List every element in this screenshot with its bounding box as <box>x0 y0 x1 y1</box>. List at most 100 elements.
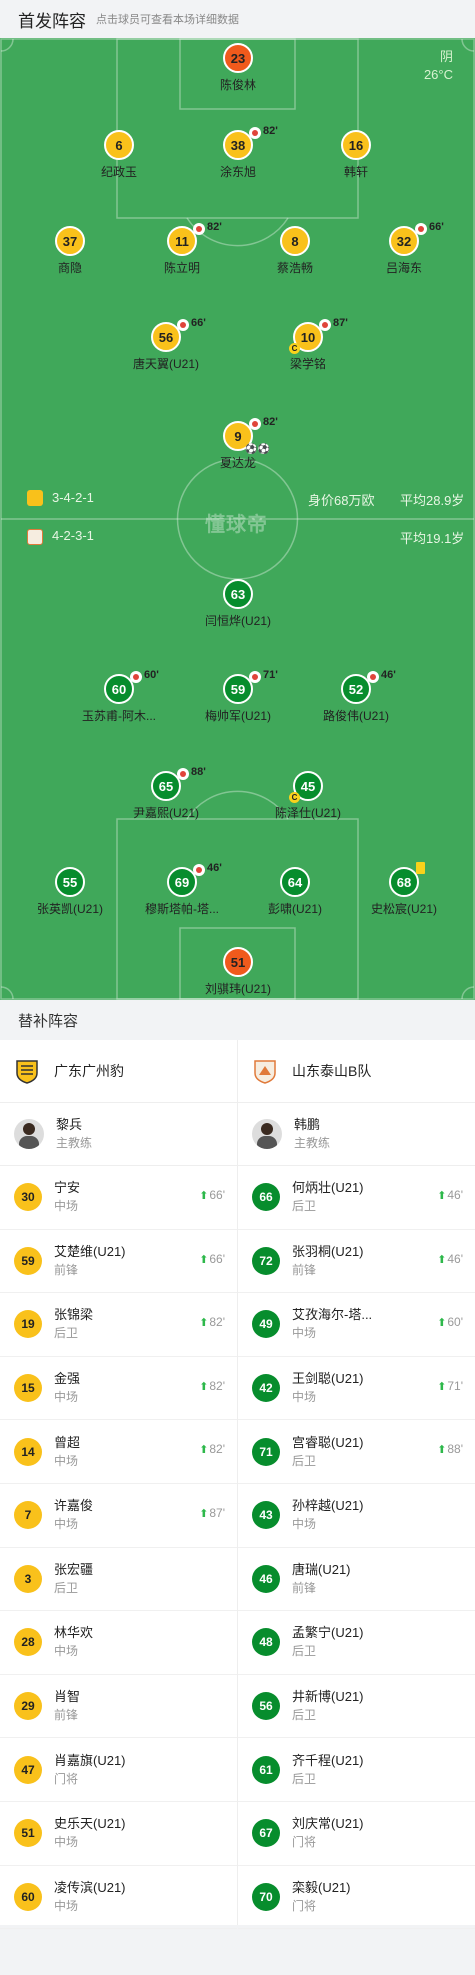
player-name: 吕海东 <box>385 261 422 275</box>
bench-player-row[interactable]: 61 齐千程(U21) 后卫 <box>238 1738 475 1802</box>
bench-player-row[interactable]: 48 孟繁宁(U21) 后卫 <box>238 1611 475 1675</box>
sub-in-arrow-icon: ⬆ <box>199 1190 209 1202</box>
bench-player-name: 唐瑞(U21) <box>292 1561 351 1577</box>
player-number-badge: 60 60' <box>104 669 159 704</box>
bench-player-row[interactable]: 3 张宏疆 后卫 <box>0 1548 237 1612</box>
sub-in-arrow-icon: ⬆ <box>199 1380 209 1393</box>
sub-in-time: ⬆88' <box>437 1442 463 1456</box>
bench-right-column: 山东泰山B队 韩鹏 主教练 66 何炳壮(U21) 后卫 ⬆46' 72 张羽桐(U21)… <box>238 1040 475 1930</box>
bench-player-number: 28 <box>14 1628 42 1657</box>
lineup-header: 首发阵容 点击球员可查看本场详细数据 <box>0 0 475 38</box>
left-coach[interactable]: 黎兵 主教练 <box>0 1103 237 1166</box>
player-number-badge: 59 71' <box>223 669 278 704</box>
bench-player-row[interactable]: 66 何炳壮(U21) 后卫 ⬆46' <box>238 1166 475 1230</box>
bench-player-position: 门将 <box>54 1771 79 1786</box>
bench-player-row[interactable]: 28 林华欢 中场 <box>0 1611 237 1675</box>
player-number: 37 <box>62 233 78 249</box>
bench-player-row[interactable]: 43 孙梓越(U21) 中场 <box>238 1484 475 1548</box>
watermark: 懂球帝 <box>205 514 268 536</box>
player-number-badge: 45 C <box>289 771 323 803</box>
home-player[interactable]: 65 88' 尹嘉熙(U21) <box>96 766 236 821</box>
player-number-badge: 6 <box>104 130 134 160</box>
player-number-badge: 69 46' <box>167 862 222 897</box>
bench-player-position: 中场 <box>54 1453 79 1468</box>
player-number: 10 <box>300 329 316 345</box>
bench-player-row[interactable]: 67 刘庆常(U21) 门将 <box>238 1802 475 1866</box>
player-number: 23 <box>230 50 246 66</box>
bench-player-row[interactable]: 46 唐瑞(U21) 前锋 <box>238 1548 475 1612</box>
bench-player-number: 43 <box>252 1501 280 1530</box>
sub-in-arrow-icon: ⬆ <box>437 1317 447 1330</box>
right-team-header[interactable]: 山东泰山B队 <box>238 1040 475 1103</box>
player-number-badge: 51 <box>223 947 253 977</box>
away-player[interactable]: 23 陈俊林 <box>168 43 308 93</box>
bench-player-info: 齐千程(U21) 后卫 <box>292 1752 432 1788</box>
bench-player-row[interactable]: 51 史乐天(U21) 中场 <box>0 1802 237 1866</box>
bench-player-row[interactable]: 70 栾毅(U21) 门将 <box>238 1866 475 1930</box>
left-team-name: 广东广州豹 <box>54 1063 124 1079</box>
player-number: 55 <box>62 874 78 890</box>
bench-player-number: 49 <box>252 1310 280 1339</box>
guangzhou-leopards-logo-icon <box>16 1060 38 1084</box>
bench-player-row[interactable]: 14 曾超 中场 ⬆82' <box>0 1420 237 1484</box>
substitution-minute: 60' <box>144 669 159 681</box>
bench-player-name: 孙梓越(U21) <box>292 1498 364 1514</box>
home-player[interactable]: 63 闫恒烨(U21) <box>168 579 308 629</box>
player-number: 63 <box>230 586 246 602</box>
bench-player-info: 曾超 中场 <box>54 1434 194 1470</box>
bench-player-row[interactable]: 47 肖嘉旗(U21) 门将 <box>0 1738 237 1802</box>
bench-player-name: 张锦梁 <box>54 1307 94 1323</box>
bench-player-row[interactable]: 19 张锦梁 后卫 ⬆82' <box>0 1293 237 1357</box>
substitution-minute: 82' <box>263 125 278 137</box>
bench-player-row[interactable]: 72 张羽桐(U21) 前锋 ⬆46' <box>238 1230 475 1294</box>
bench-player-info: 栾毅(U21) 门将 <box>292 1879 432 1915</box>
bench-player-row[interactable]: 56 井新博(U21) 后卫 <box>238 1675 475 1739</box>
bench-player-number: 46 <box>252 1564 280 1593</box>
home-player[interactable]: 52 46' 路俊伟(U21) <box>286 669 426 724</box>
bench-player-row[interactable]: 29 肖智 前锋 <box>0 1675 237 1739</box>
sub-in-minute: 71' <box>447 1378 463 1393</box>
sub-in-time: ⬆82' <box>199 1379 225 1393</box>
bench-player-name: 宁安 <box>54 1180 81 1196</box>
player-number: 51 <box>230 954 246 970</box>
away-player[interactable]: 32 66' 吕海东 <box>334 221 474 276</box>
left-coach-role: 主教练 <box>56 1136 93 1150</box>
player-number-badge: 68 <box>389 862 425 897</box>
bench-player-position: 后卫 <box>292 1199 317 1214</box>
bench-player-row[interactable]: 60 凌传滨(U21) 中场 <box>0 1866 237 1930</box>
home-player[interactable]: 45 C 陈泽仕(U21) <box>238 771 378 821</box>
away-player[interactable]: 9 82' ⚽⚽ 夏达龙 <box>168 416 308 471</box>
left-team-header[interactable]: 广东广州豹 <box>0 1040 237 1103</box>
right-coach[interactable]: 韩鹏 主教练 <box>238 1103 475 1166</box>
bench-player-row[interactable]: 71 宫睿聪(U21) 后卫 ⬆88' <box>238 1420 475 1484</box>
bench-player-number: 67 <box>252 1819 280 1848</box>
bench-player-name: 刘庆常(U21) <box>292 1816 364 1832</box>
bench-player-row[interactable]: 49 艾孜海尔-塔... 中场 ⬆60' <box>238 1293 475 1357</box>
home-formation: 4-2-3-1 <box>52 528 94 543</box>
bench-player-row[interactable]: 30 宁安 中场 ⬆66' <box>0 1166 237 1230</box>
bench-player-position: 前锋 <box>54 1708 79 1723</box>
away-player[interactable]: 16 韩轩 <box>286 130 426 180</box>
substitution-minute: 66' <box>191 317 206 329</box>
player-name: 刘骐玮(U21) <box>204 982 271 996</box>
bench-player-row[interactable]: 42 王剑聪(U21) 中场 ⬆71' <box>238 1357 475 1421</box>
home-player[interactable]: 51 刘骐玮(U21) <box>168 947 308 997</box>
bench-player-position: 后卫 <box>54 1580 79 1595</box>
bench-player-position: 后卫 <box>292 1453 317 1468</box>
home-player[interactable]: 68 史松宸(U21) <box>334 862 474 917</box>
right-coach-role: 主教练 <box>294 1136 331 1150</box>
bench-player-name: 栾毅(U21) <box>292 1879 351 1895</box>
away-player[interactable]: 10 87' C 梁学铭 <box>238 317 378 372</box>
player-number-badge: 64 <box>280 867 310 897</box>
sub-in-time: ⬆82' <box>199 1315 225 1329</box>
bench-player-row[interactable]: 59 艾楚维(U21) 前锋 ⬆66' <box>0 1230 237 1294</box>
bench-player-info: 张锦梁 后卫 <box>54 1306 194 1342</box>
substitution-minute: 46' <box>381 669 396 681</box>
bench-player-row[interactable]: 7 许嘉俊 中场 ⬆87' <box>0 1484 237 1548</box>
bench-player-position: 前锋 <box>292 1262 317 1277</box>
away-formation: 3-4-2-1 <box>52 490 94 505</box>
substitution-icon <box>193 864 205 876</box>
away-player[interactable]: 56 66' 唐天翼(U21) <box>96 317 236 372</box>
bench-player-row[interactable]: 15 金强 中场 ⬆82' <box>0 1357 237 1421</box>
bench-player-info: 张羽桐(U21) 前锋 <box>292 1243 432 1279</box>
